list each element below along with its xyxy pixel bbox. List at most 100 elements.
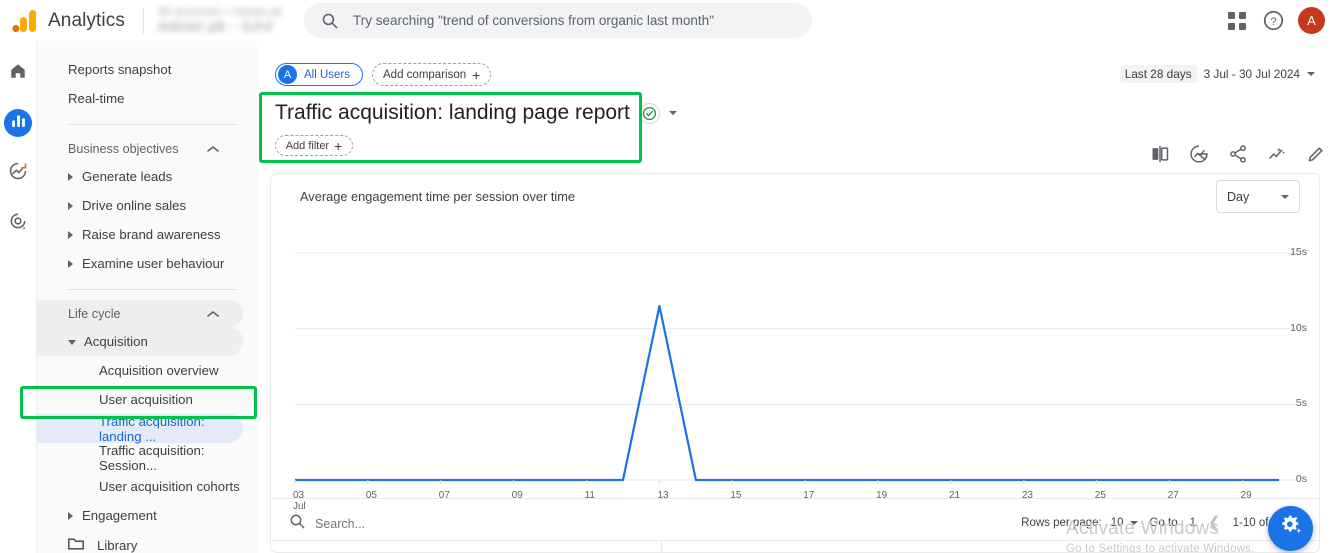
left-icon-rail [0,41,37,553]
sidebar-item-traffic-acquisition-landing-page[interactable]: Traffic acquisition: landing ... [37,413,243,444]
pagination-controls: Rows per page: 10 Go to 1 ❮ 1-10 of 12 ❯ [1021,515,1309,530]
edit-pencil-icon[interactable] [1305,143,1327,165]
rail-item-reports[interactable] [4,109,32,137]
sidebar-group-label: Business objectives [68,141,179,156]
y-axis-label: 15s [1290,246,1307,258]
sidebar-item-engagement[interactable]: Engagement [37,501,257,530]
sidebar-item-examine-user-behaviour[interactable]: Examine user behaviour [37,249,257,278]
all-users-chip[interactable]: A All Users [275,63,364,86]
sidebar-item-generate-leads[interactable]: Generate leads [37,162,257,191]
sidebar-divider [68,124,237,125]
rows-per-page-value: 10 [1110,516,1124,529]
avatar[interactable]: A [1298,7,1325,34]
search-icon [321,12,338,29]
global-search-bar[interactable] [304,3,812,38]
audience-chip-row: A All Users Add comparison + [275,63,492,86]
y-axis-label: 10s [1290,321,1307,334]
sidebar-item-real-time[interactable]: Real-time [37,84,243,113]
sidebar-item-label: Real-time [68,91,125,106]
add-comparison-button[interactable]: Add comparison + [372,63,492,86]
account-property-selector[interactable]: All accounts > Adnan.pk Adnan.pk - GA4 [158,6,283,36]
rail-item-explore[interactable] [4,159,32,187]
help-icon[interactable]: ? [1262,10,1284,32]
goto-label: Go to [1149,516,1178,529]
trend-insights-icon[interactable] [1266,143,1288,165]
table-search-input[interactable] [315,516,505,531]
share-icon[interactable] [1227,143,1249,165]
sidebar-item-traffic-acquisition-session[interactable]: Traffic acquisition: Session... [37,443,243,473]
google-analytics-logo-icon [12,9,38,32]
sidebar-group-business-objectives[interactable]: Business objectives [37,135,243,162]
sidebar-item-label: Generate leads [82,169,173,184]
sidebar-group-life-cycle[interactable]: Life cycle [37,300,243,327]
caret-right-icon [68,230,73,239]
sidebar-item-label: Engagement [82,508,157,523]
gear-sparkle-icon [1278,513,1304,544]
plus-icon: + [334,137,343,154]
date-range-selector[interactable]: Last 28 days 3 Jul - 30 Jul 2024 [1119,65,1315,83]
divider [142,7,144,34]
audience-avatar: A [278,65,297,84]
sidebar-item-raise-brand-awareness[interactable]: Raise brand awareness [37,220,257,249]
caret-right-icon [68,259,73,268]
ai-assistant-fab[interactable] [1268,506,1313,551]
explore-icon [8,161,28,186]
chart-card: Average engagement time per session over… [270,173,1320,553]
insights-icon[interactable] [1188,143,1210,165]
compare-icon[interactable] [1149,143,1171,165]
search-input[interactable] [353,13,783,28]
top-bar-actions: ? A [1226,0,1327,41]
chevron-down-icon [1307,72,1315,76]
sidebar-item-user-acquisition-cohorts[interactable]: User acquisition cohorts [37,472,243,501]
apps-grid-icon[interactable] [1226,10,1248,32]
prev-page-button[interactable]: ❮ [1208,515,1221,530]
sidebar-item-drive-online-sales[interactable]: Drive online sales [37,191,257,220]
sidebar-item-label: Examine user behaviour [82,256,225,271]
table-search[interactable] [289,513,505,534]
y-axis-label: 0s [1295,473,1307,485]
rows-per-page: Rows per page: 10 [1021,516,1138,529]
rows-per-page-label: Rows per page: [1021,516,1102,529]
sidebar-item-label: Traffic acquisition: landing ... [99,413,205,444]
sidebar-item-label: Acquisition overview [99,363,219,378]
rail-item-advertising[interactable] [4,209,32,237]
granularity-select[interactable]: Day [1216,180,1300,213]
chevron-up-icon [207,142,219,156]
top-bar: Analytics All accounts > Adnan.pk Adnan.… [0,0,1337,41]
check-circle-icon[interactable] [638,102,660,124]
bar-chart-icon [10,112,27,134]
sidebar-item-label: Reports snapshot [68,62,172,77]
folder-icon [68,537,84,553]
caret-right-icon [68,201,73,210]
date-preset-badge: Last 28 days [1119,65,1197,83]
page-title: Traffic acquisition: landing page report [275,101,677,125]
chevron-down-icon[interactable] [668,111,677,115]
chart-title: Average engagement time per session over… [300,189,576,204]
sidebar-item-acquisition[interactable]: Acquisition [37,327,243,356]
chart-card-header: Average engagement time per session over… [271,174,1319,230]
chart-canvas [294,252,1297,484]
sidebar-item-library[interactable]: Library [37,530,257,553]
avatar-initial: A [1307,13,1316,28]
rail-item-home[interactable] [4,59,32,87]
add-filter-button[interactable]: Add filter + [275,135,353,156]
sidebar-item-label: Drive online sales [82,198,187,213]
main-content: A All Users Add comparison + Last 28 day… [257,41,1337,553]
report-toolbar [1149,143,1327,165]
sidebar-item-reports-snapshot[interactable]: Reports snapshot [37,55,243,84]
sidebar-item-acquisition-overview[interactable]: Acquisition overview [37,356,243,385]
table-header-divider [271,540,1319,552]
table-toolbar: Rows per page: 10 Go to 1 ❮ 1-10 of 12 ❯ [271,498,1319,552]
chevron-up-icon [207,307,219,321]
analytics-app: Analytics All accounts > Adnan.pk Adnan.… [0,0,1337,553]
sidebar-item-label: Raise brand awareness [82,227,221,242]
chevron-down-icon [1281,194,1289,199]
search-icon [289,513,305,534]
rows-per-page-select[interactable]: 10 [1111,517,1138,529]
sidebar-item-label: Acquisition [84,334,148,349]
sidebar-item-user-acquisition[interactable]: User acquisition [37,385,243,414]
sidebar-group-label: Life cycle [68,306,121,321]
sidebar: Reports snapshot Real-time Business obje… [37,41,257,553]
add-filter-label: Add filter [285,139,330,152]
goto-page-value[interactable]: 1 [1190,517,1196,529]
